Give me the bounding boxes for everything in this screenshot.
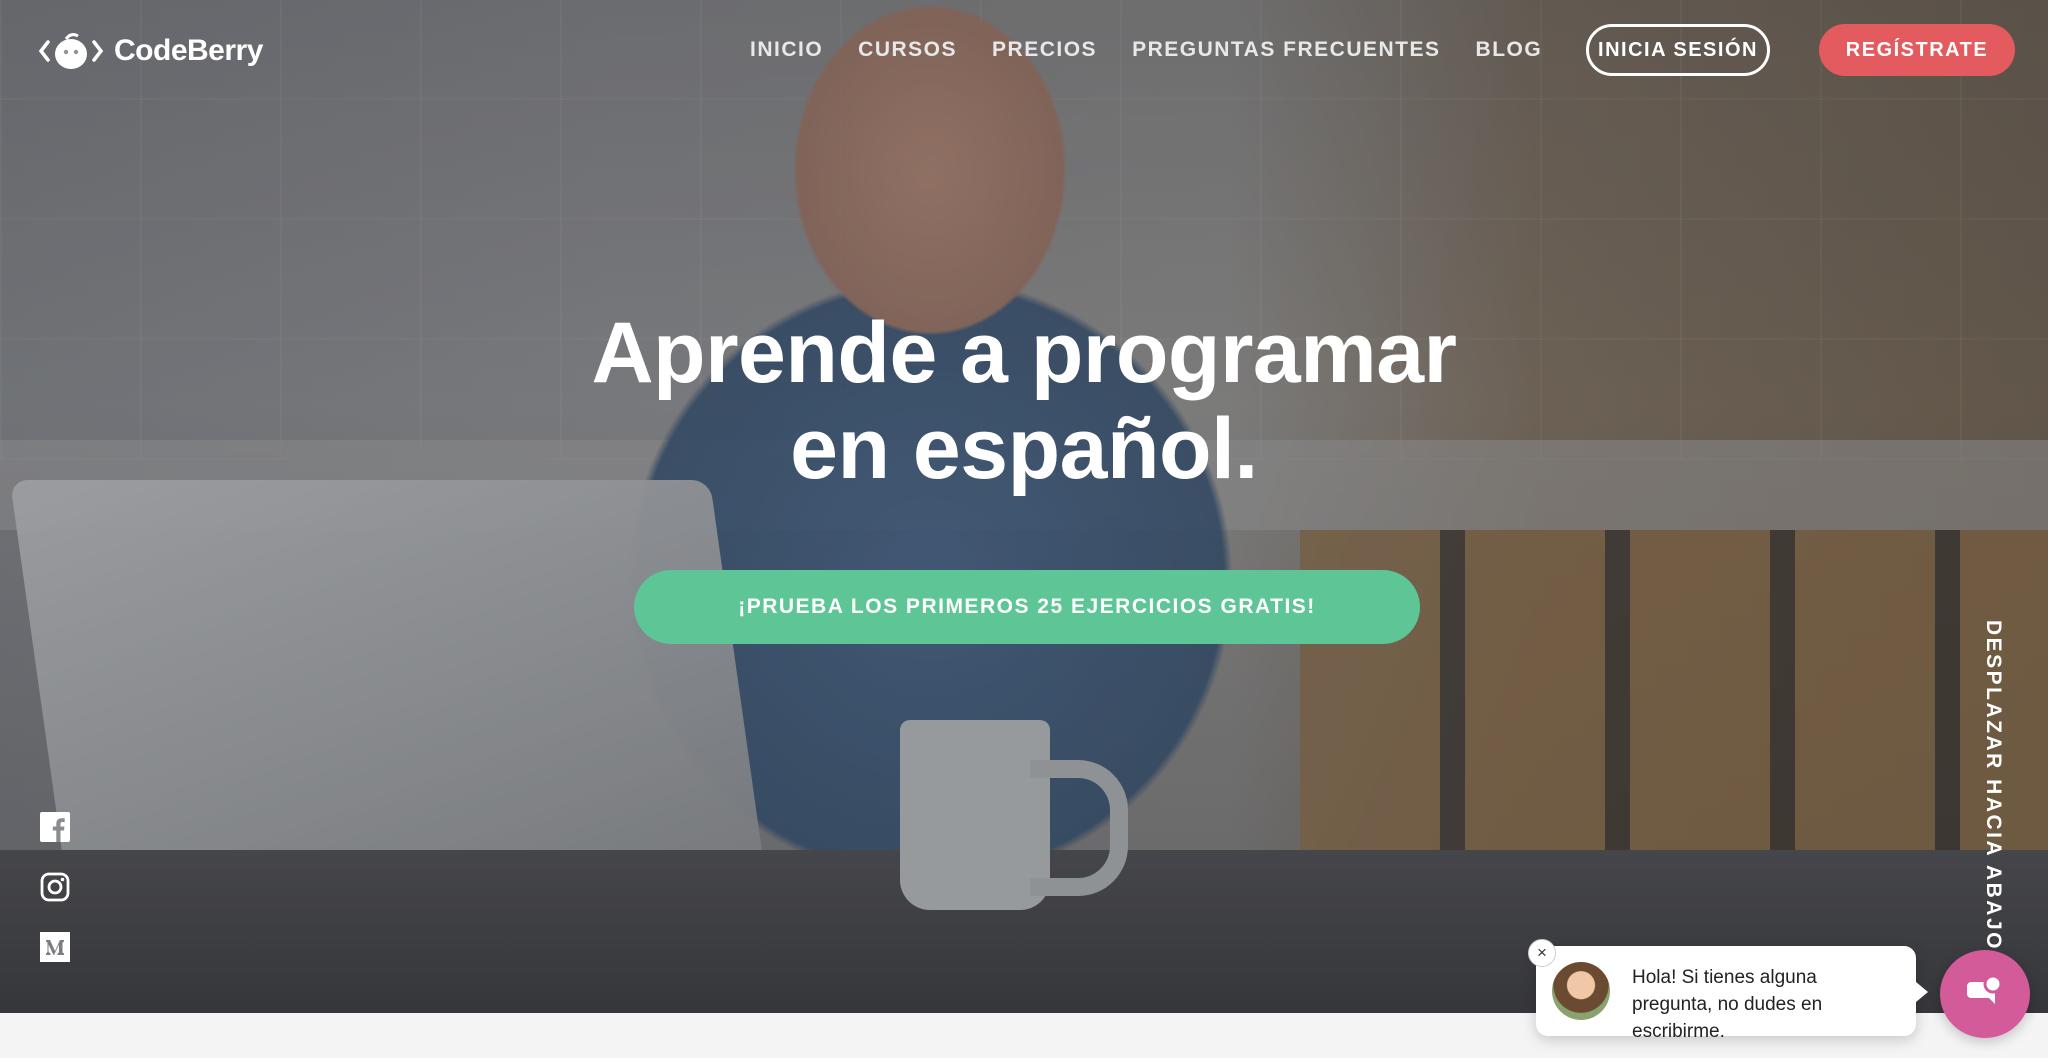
instagram-icon[interactable] (40, 872, 70, 902)
hero-headline: Aprende a programar en español. (430, 305, 1618, 497)
register-button[interactable]: REGÍSTRATE (1819, 24, 2015, 76)
scroll-down-hint[interactable]: DESPLAZAR HACIA ABAJO ❯ (1975, 620, 2005, 950)
site-logo[interactable]: CodeBerry (38, 30, 263, 72)
nav-item-precios[interactable]: PRECIOS (992, 38, 1097, 62)
nav-item-inicio[interactable]: INICIO (750, 38, 823, 62)
agent-avatar (1552, 962, 1610, 1020)
chat-icon (1967, 974, 2003, 1004)
main-nav: INICIO CURSOS PRECIOS PREGUNTAS FRECUENT… (750, 38, 1542, 62)
free-trial-button[interactable]: ¡PRUEBA LOS PRIMEROS 25 EJERCICIOS GRATI… (634, 570, 1420, 644)
hero-background (0, 0, 2048, 1013)
headline-line-2: en español. (790, 401, 1258, 497)
chat-greeting-bubble[interactable]: Hola! Si tienes alguna pregunta, no dude… (1536, 946, 1928, 1042)
chat-greeting-text: Hola! Si tienes alguna pregunta, no dude… (1632, 967, 1823, 1042)
scroll-hint-label: DESPLAZAR HACIA ABAJO (1982, 620, 2005, 950)
brand-name: CodeBerry (114, 34, 263, 67)
nav-item-blog[interactable]: BLOG (1476, 38, 1543, 62)
close-icon[interactable]: × (1528, 939, 1556, 967)
nav-item-cursos[interactable]: CURSOS (858, 38, 957, 62)
login-button[interactable]: INICIA SESIÓN (1586, 24, 1770, 76)
nav-item-preguntas-frecuentes[interactable]: PREGUNTAS FRECUENTES (1132, 38, 1440, 62)
codeberry-logo-icon (38, 30, 106, 72)
facebook-icon[interactable] (40, 812, 70, 842)
hero-overlay (0, 0, 2048, 1013)
chat-launcher-button[interactable] (1940, 950, 2030, 1038)
headline-line-1: Aprende a programar (591, 305, 1457, 401)
medium-icon[interactable] (40, 932, 70, 962)
